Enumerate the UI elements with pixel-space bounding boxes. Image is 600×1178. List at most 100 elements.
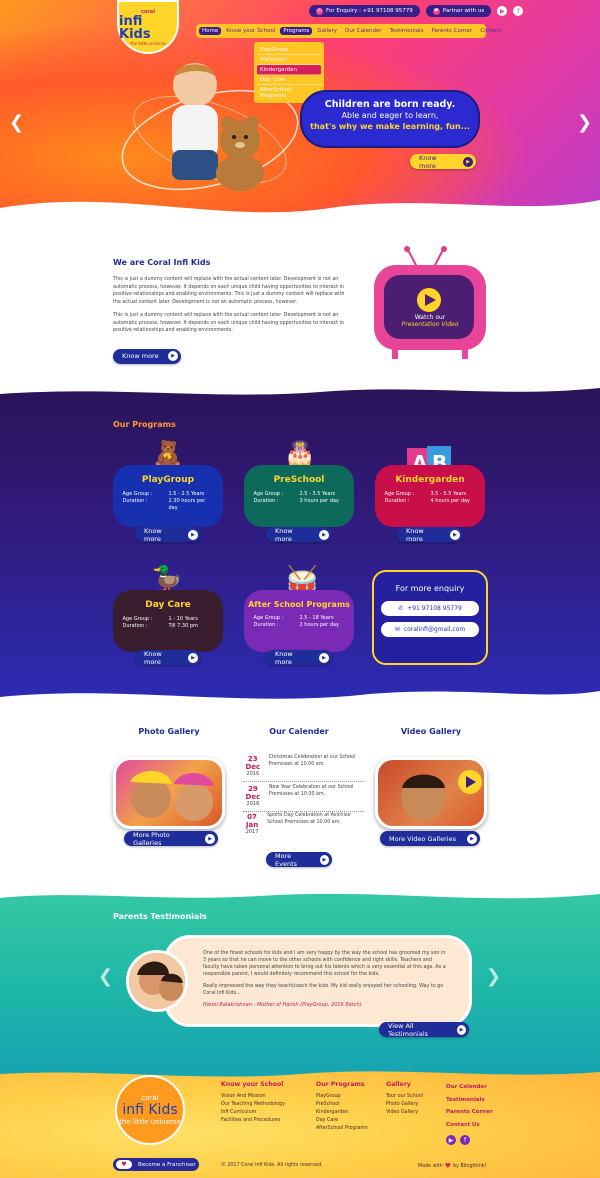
event-date: 07 Jan	[245, 813, 259, 829]
footer-link[interactable]: Our Teaching Methodology	[221, 1101, 285, 1109]
logo-tagline: the little universe	[130, 40, 166, 46]
enquiry-pill[interactable]: ✆ For Enquiry : +91 97108 95779	[309, 5, 420, 17]
after-school-know-more-button[interactable]: Know more ▶	[266, 650, 332, 666]
nav-testimonials[interactable]: Testimonials	[387, 27, 427, 35]
footer-link[interactable]: PreSchool	[316, 1101, 368, 1109]
footer-link[interactable]: PlayGroup	[316, 1093, 368, 1101]
nav-our-calender[interactable]: Our Calender	[342, 27, 385, 35]
footer-link[interactable]: Kindergarden	[316, 1109, 368, 1117]
youtube-icon[interactable]: ▶	[497, 6, 508, 16]
event-text: Christmas Celebration at our School Prem…	[268, 755, 356, 767]
footer-col-gallery: Gallery Tour our School Photo Gallery Vi…	[386, 1081, 423, 1117]
view-all-testimonials-button[interactable]: View All Testimonials ▶	[379, 1021, 469, 1038]
program-name: PlayGroup	[141, 475, 195, 485]
kindergarden-know-more-button[interactable]: Know more ▶	[397, 527, 463, 543]
testimonial-prev-arrow-icon[interactable]: ❮	[98, 966, 113, 987]
nav-contact[interactable]: Contact	[477, 27, 504, 35]
program-card-preschool: PreSchool Age Group : 2.5 - 3.5 Years Dur…	[244, 465, 354, 527]
program-name: After School Programs	[248, 600, 350, 609]
nav-programs[interactable]: Programs	[280, 27, 313, 35]
nav-know-your-school[interactable]: Know your School	[223, 27, 278, 35]
more-events-button[interactable]: More Events ▶	[266, 852, 332, 868]
presentation-video-tv[interactable]	[372, 245, 487, 360]
hero-know-more-button[interactable]: Know more ▶	[410, 153, 476, 170]
facebook-icon[interactable]: f	[460, 1135, 470, 1145]
footer-link[interactable]: Photo Gallery	[386, 1101, 423, 1109]
main-navigation: Home Know your School Programs Gallery O…	[196, 24, 502, 38]
partner-label: Partner with us	[442, 8, 485, 14]
testimonials-title: Parents Testimonials	[113, 912, 207, 921]
event-text: Sports Day Celebration at Avichiee Schoo…	[267, 813, 351, 825]
nav-gallery[interactable]: Gallery	[314, 27, 340, 35]
age-value: 2.5 - 3.5 Years	[299, 491, 336, 497]
footer-link[interactable]: Facilities and Procedures	[221, 1117, 285, 1125]
enquiry-email-field[interactable]: ✉ coralinfi@gmail.com	[381, 622, 479, 637]
testimonial-card: One of the finest schools for kids and I…	[164, 935, 472, 1027]
made-by-label: by Blingthink!	[453, 1163, 487, 1169]
slider-next-arrow-icon[interactable]: ❯	[577, 112, 592, 133]
program-name: Kindergarden	[395, 475, 465, 485]
footer-link[interactable]: Tour our School	[386, 1093, 423, 1101]
duration-value: Till 7.30 pm	[168, 623, 198, 629]
footer-link[interactable]: Vision And Mission	[221, 1093, 285, 1101]
about-section: We are Coral Infi Kids This is just a du…	[113, 258, 353, 364]
hero-speech-bubble: Children are born ready. Able and eager …	[300, 90, 480, 148]
event-item[interactable]: 23 Dec 2016 Christmas Celebration at our …	[243, 755, 363, 782]
youtube-icon[interactable]: ▶	[446, 1135, 456, 1145]
about-know-more-label: Know more	[122, 352, 159, 360]
more-video-galleries-button[interactable]: More Video Galleries ▶	[380, 831, 480, 846]
logo-main-text: infi Kids	[119, 13, 151, 42]
arrow-right-icon: ▶	[188, 652, 198, 663]
become-franchiser-button[interactable]: ♥ Become a Franchiser	[113, 1158, 199, 1171]
view-all-label: View All Testimonials	[388, 1021, 429, 1038]
nav-parents-corner[interactable]: Parents Corner	[428, 27, 475, 35]
hero-line-3: that's why we make learning, fun...	[310, 122, 470, 131]
nav-home[interactable]: Home	[199, 27, 222, 35]
program-name: Day Care	[145, 600, 191, 610]
age-value: 1 - 10 Years	[168, 616, 198, 622]
footer-logo-main: infi Kids	[122, 1102, 178, 1118]
video-gallery-thumbnail[interactable]	[375, 757, 487, 829]
footer-link[interactable]: Testimonials	[446, 1094, 493, 1107]
hero-know-more-label: Know more	[419, 153, 437, 170]
parent-avatar	[126, 950, 188, 1012]
footer-link[interactable]: Contact Us	[446, 1119, 493, 1132]
dropdown-preschool[interactable]: PreSchool	[257, 55, 321, 65]
dropdown-day-care[interactable]: Day Care	[257, 75, 321, 85]
program-card-kindergarden: Kindergarden Age Group :3.5 - 5.5 Years …	[375, 465, 485, 527]
arrow-right-icon: ▶	[168, 351, 178, 361]
footer-link[interactable]: Infi Curriculum	[221, 1109, 285, 1117]
dropdown-playgroup[interactable]: PlayGroup	[257, 45, 321, 55]
event-item[interactable]: 29 Dec 2016 New Year Celebration at our S…	[243, 785, 363, 812]
age-value: 1.5 - 2.5 Years	[168, 491, 205, 497]
testimonial-next-arrow-icon[interactable]: ❯	[486, 966, 501, 987]
testimonial-paragraph-2: Really impressed the way they teach/coac…	[203, 984, 444, 996]
dropdown-kindergarden[interactable]: Kindergarden	[257, 65, 321, 75]
footer-link[interactable]: AfterSchool Programs	[316, 1125, 368, 1133]
age-label: Age Group :	[122, 616, 153, 622]
footer-link[interactable]: Day Care	[316, 1117, 368, 1125]
enquiry-phone-field[interactable]: ✆ +91 97108 95779	[381, 601, 479, 616]
footer-logo[interactable]: coral infi Kids the little universe	[115, 1075, 185, 1145]
partner-pill[interactable]: ♥ Partner with us	[425, 5, 492, 17]
footer-link[interactable]: Parents Corner	[446, 1106, 493, 1119]
programs-bottom-wave	[0, 691, 600, 709]
playgroup-know-more-button[interactable]: Know more ▶	[135, 527, 201, 543]
preschool-know-more-button[interactable]: Know more ▶	[266, 527, 332, 543]
enquiry-email: coralinfi@gmail.com	[403, 626, 466, 633]
arrow-right-icon: ▶	[319, 652, 329, 663]
children-photo	[130, 771, 214, 821]
footer-link[interactable]: Video Gallery	[386, 1109, 423, 1117]
footer-col-know-your-school: Know your School Vision And Mission Our …	[221, 1081, 285, 1125]
about-know-more-button[interactable]: Know more ▶	[113, 348, 181, 364]
photo-gallery-thumbnail[interactable]	[113, 757, 225, 829]
event-item[interactable]: 07 Jan 2017 Sports Day Celebration at Avi…	[243, 813, 363, 839]
slider-prev-arrow-icon[interactable]: ❮	[9, 112, 24, 133]
duration-label: Duration :	[122, 498, 148, 504]
footer-link[interactable]: Our Calender	[446, 1081, 493, 1094]
day-care-know-more-button[interactable]: Know more ▶	[135, 650, 201, 666]
more-photo-galleries-button[interactable]: More Photo Galleries ▶	[124, 831, 218, 847]
facebook-icon[interactable]: f	[513, 6, 524, 16]
program-card-playgroup: PlayGroup Age Group : 1.5 - 2.5 Years Dur…	[113, 465, 223, 527]
arrow-right-icon: ▶	[467, 833, 477, 844]
